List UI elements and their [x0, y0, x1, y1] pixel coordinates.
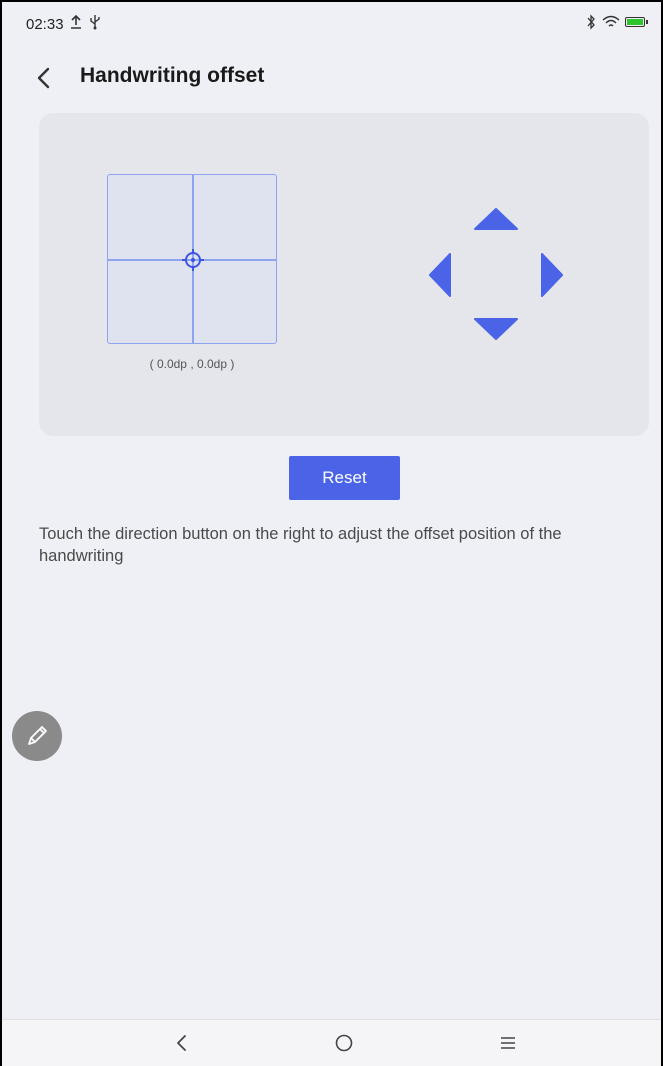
battery-level	[627, 19, 643, 25]
reset-button[interactable]: Reset	[289, 456, 400, 500]
pen-icon	[28, 726, 47, 745]
crosshair-icon	[182, 249, 204, 271]
device-screen: 02:33 Handwriting offset (0.0dp , 0.0dp…	[0, 0, 663, 1066]
page-title: Handwriting offset	[80, 64, 265, 87]
battery-icon	[625, 17, 648, 27]
menu-icon[interactable]	[496, 1031, 520, 1055]
usb-icon	[90, 15, 100, 30]
instruction-text: Touch the direction button on the right …	[39, 525, 562, 565]
chevron-left-icon[interactable]	[32, 64, 56, 92]
bluetooth-icon	[587, 14, 595, 30]
arrow-down-button[interactable]	[473, 317, 519, 341]
status-bar: 02:33	[2, 2, 661, 42]
upload-icon	[71, 14, 81, 29]
arrow-up-button[interactable]	[473, 207, 519, 231]
offset-coordinates: ( 0.0dp , 0.0dp )	[149, 357, 235, 371]
wifi-icon	[602, 15, 620, 27]
arrow-right-button[interactable]	[540, 252, 564, 298]
status-time: 02:33	[26, 16, 64, 33]
offset-panel: ( 0.0dp , 0.0dp )	[39, 113, 649, 436]
back-icon[interactable]	[170, 1031, 194, 1055]
navigation-bar	[2, 1019, 661, 1066]
offset-pad	[107, 174, 277, 344]
floating-pen-button[interactable]	[12, 711, 62, 761]
arrow-left-button[interactable]	[428, 252, 452, 298]
home-icon[interactable]	[332, 1031, 356, 1055]
